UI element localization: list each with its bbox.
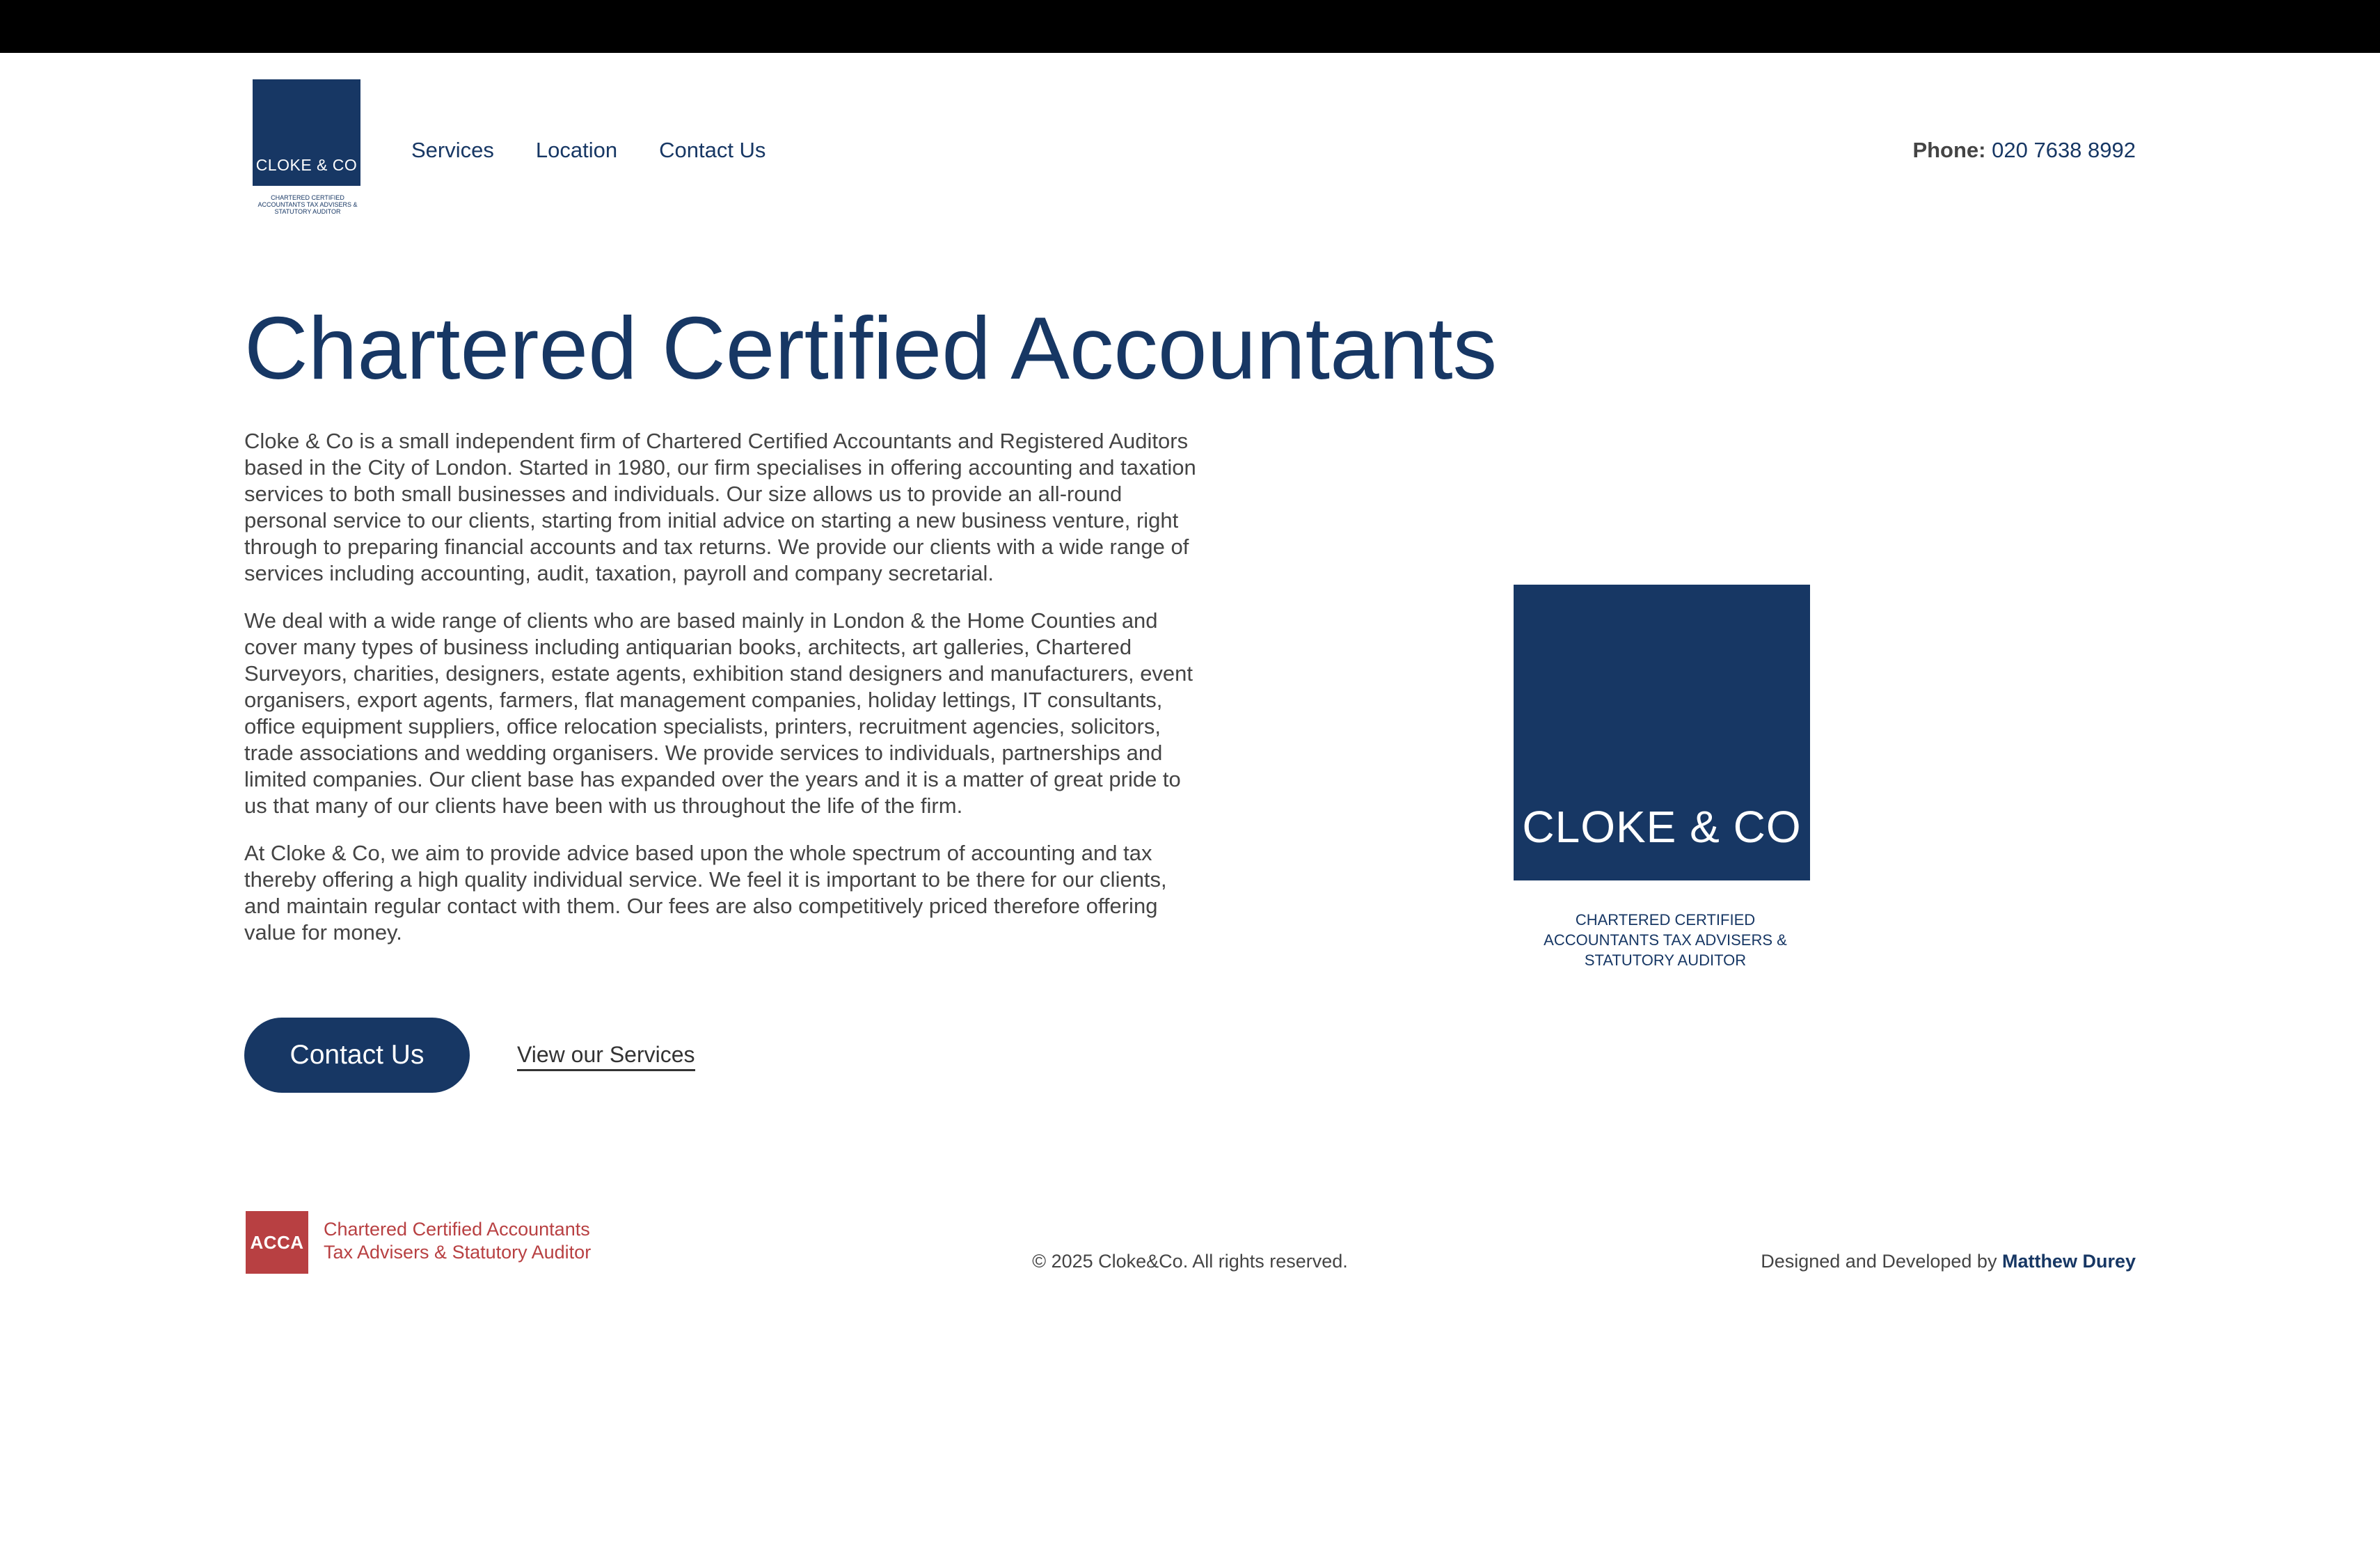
phone-label: Phone: — [1912, 138, 1986, 162]
feature-logo-text: CLOKE & CO — [1522, 802, 1802, 852]
main-nav: Services Location Contact Us — [411, 138, 765, 163]
site-header: CLOKE & CO CHARTERED CERTIFIED ACCOUNTAN… — [0, 53, 2380, 227]
intro-paragraph-1: Cloke & Co is a small independent firm o… — [244, 429, 1196, 585]
phone-number[interactable]: 020 7638 8992 — [1992, 138, 2136, 162]
page-title: Chartered Certified Accountants — [244, 299, 1498, 397]
feature-logo: CLOKE & CO CHARTERED CERTIFIED ACCOUNTAN… — [1514, 585, 1810, 970]
feature-logo-caption: CHARTERED CERTIFIED ACCOUNTANTS TAX ADVI… — [1514, 910, 1817, 970]
intro-paragraph-3: At Cloke & Co, we aim to provide advice … — [244, 841, 1167, 945]
logo-mark: CLOKE & CO — [253, 79, 360, 186]
nav-location[interactable]: Location — [536, 138, 617, 163]
nav-contact-us[interactable]: Contact Us — [659, 138, 765, 163]
feature-logo-caption-line: CHARTERED CERTIFIED — [1575, 911, 1756, 928]
top-bar — [0, 0, 2380, 53]
view-services-link[interactable]: View our Services — [517, 1042, 695, 1071]
phone-info: Phone: 020 7638 8992 — [1912, 138, 2136, 163]
feature-logo-caption-line: ACCOUNTANTS TAX ADVISERS & — [1544, 931, 1787, 949]
logo-text: CLOKE & CO — [255, 156, 358, 174]
developer-link[interactable]: Matthew Durey — [2002, 1251, 2136, 1272]
hero-actions: Contact Us View our Services — [244, 1018, 695, 1093]
logo-caption: CHARTERED CERTIFIED ACCOUNTANTS TAX ADVI… — [257, 194, 358, 215]
feature-logo-caption-line: STATUTORY AUDITOR — [1584, 951, 1747, 969]
feature-logo-mark: CLOKE & CO — [1514, 585, 1810, 880]
contact-us-button[interactable]: Contact Us — [244, 1018, 470, 1093]
credits-prefix: Designed and Developed by — [1761, 1251, 2002, 1272]
credits: Designed and Developed by Matthew Durey — [1761, 1251, 2136, 1272]
intro-content: Cloke & Co is a small independent firm o… — [244, 428, 1198, 967]
header-logo[interactable]: CLOKE & CO CHARTERED CERTIFIED ACCOUNTAN… — [253, 79, 360, 215]
nav-services[interactable]: Services — [411, 138, 494, 163]
intro-paragraph-2: We deal with a wide range of clients who… — [244, 608, 1193, 818]
site-footer: ACCA Chartered Certified Accountants Tax… — [0, 1208, 2380, 1284]
acca-line-1: Chartered Certified Accountants — [324, 1219, 590, 1240]
